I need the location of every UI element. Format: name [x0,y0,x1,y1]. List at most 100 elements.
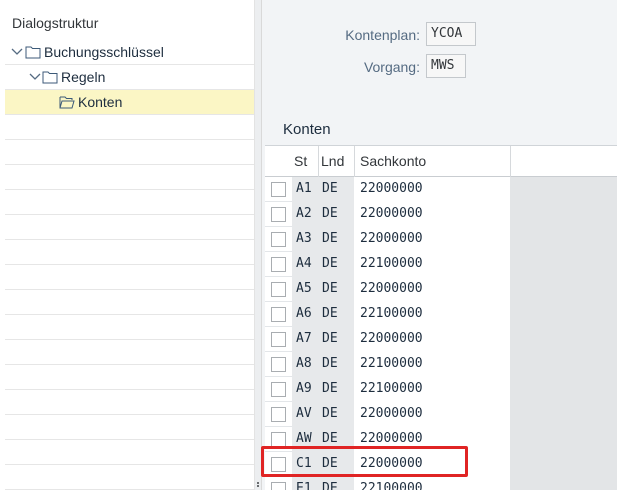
checkbox-icon[interactable] [271,357,286,372]
row-select-checkbox[interactable] [268,427,290,452]
cell-sachkonto[interactable]: 22000000 [354,452,510,477]
cell-sachkonto[interactable]: 22000000 [354,177,510,202]
table-row[interactable]: AV DE 22000000 [265,402,617,427]
table-row[interactable]: AW DE 22000000 [265,427,617,452]
folder-icon [42,71,58,84]
cell-st-text: A9 [296,381,312,396]
checkbox-icon[interactable] [271,457,286,472]
cell-st: A1 [292,177,318,202]
cell-lnd-text: DE [322,381,338,396]
cell-st-text: A3 [296,231,312,246]
checkbox-icon[interactable] [271,257,286,272]
cell-lnd: DE [318,452,354,477]
cell-st: A6 [292,302,318,327]
table-row[interactable]: A4 DE 22100000 [265,252,617,277]
cell-lnd: DE [318,202,354,227]
tree-item-buchungsschluessel[interactable]: Buchungsschlüssel [5,40,254,65]
row-select-checkbox[interactable] [268,227,290,252]
row-select-checkbox[interactable] [268,202,290,227]
cell-empty [510,302,617,327]
table-row[interactable]: A8 DE 22100000 [265,352,617,377]
cell-st: A2 [292,202,318,227]
column-header-sachkonto[interactable]: Sachkonto [360,153,426,169]
cell-sachkonto[interactable]: 22000000 [354,202,510,227]
row-select-checkbox[interactable] [268,352,290,377]
tree-empty-row [5,165,254,190]
open-folder-icon [59,96,75,109]
row-select-checkbox[interactable] [268,402,290,427]
row-select-checkbox[interactable] [268,477,290,490]
checkbox-icon[interactable] [271,232,286,247]
row-select-checkbox[interactable] [268,177,290,202]
splitter-grip-icon[interactable] [257,482,259,490]
row-select-checkbox[interactable] [268,327,290,352]
cell-empty [510,402,617,427]
cell-sachkonto[interactable]: 22000000 [354,277,510,302]
row-select-checkbox[interactable] [268,252,290,277]
cell-sachkonto[interactable]: 22100000 [354,477,510,490]
tree-item-regeln[interactable]: Regeln [5,65,254,90]
checkbox-icon[interactable] [271,382,286,397]
folder-icon [25,46,41,59]
table-row[interactable]: A9 DE 22100000 [265,377,617,402]
checkbox-icon[interactable] [271,282,286,297]
checkbox-icon[interactable] [271,432,286,447]
cell-sachkonto[interactable]: 22100000 [354,352,510,377]
vorgang-label: Vorgang: [363,59,420,75]
checkbox-icon[interactable] [271,207,286,222]
table-row[interactable]: A3 DE 22000000 [265,227,617,252]
tree-item-label: Regeln [61,69,106,85]
cell-sachkonto[interactable]: 22000000 [354,402,510,427]
cell-lnd: DE [318,477,354,490]
row-select-checkbox[interactable] [268,302,290,327]
cell-empty [510,227,617,252]
table-row[interactable]: E1 DE 22100000 [265,477,617,490]
cell-sachkonto[interactable]: 22000000 [354,427,510,452]
kontenplan-field[interactable]: YCOA [426,22,476,46]
dialog-structure-title: Dialogstruktur [12,15,99,31]
checkbox-icon[interactable] [271,332,286,347]
column-header-lnd[interactable]: Lnd [321,153,344,169]
vorgang-field[interactable]: MWS [426,54,466,78]
cell-sachkonto-text: 22000000 [360,181,423,196]
column-header-st[interactable]: St [294,153,307,169]
checkbox-icon[interactable] [271,307,286,322]
tree-item-konten[interactable]: Konten [5,90,254,115]
tree-item-label: Konten [78,94,123,110]
table-row[interactable]: A7 DE 22000000 [265,327,617,352]
cell-sachkonto[interactable]: 22100000 [354,377,510,402]
cell-sachkonto[interactable]: 22100000 [354,302,510,327]
cell-st: AW [292,427,318,452]
table-row[interactable]: A2 DE 22000000 [265,202,617,227]
cell-st: A8 [292,352,318,377]
cell-st-text: A4 [296,256,312,271]
checkbox-icon[interactable] [271,182,286,197]
tree-empty-row [5,440,254,465]
cell-sachkonto[interactable]: 22100000 [354,252,510,277]
row-select-checkbox[interactable] [268,277,290,302]
cell-sachkonto-text: 22000000 [360,406,423,421]
cell-empty [510,177,617,202]
row-select-checkbox[interactable] [268,452,290,477]
table-row[interactable]: A5 DE 22000000 [265,277,617,302]
row-select-checkbox[interactable] [268,377,290,402]
table-row[interactable]: A1 DE 22000000 [265,177,617,202]
table-title: Konten [283,121,331,138]
checkbox-icon[interactable] [271,407,286,422]
cell-st-text: A5 [296,281,312,296]
table-row[interactable]: C1 DE 22000000 [265,452,617,477]
tree-empty-row [5,190,254,215]
cell-lnd: DE [318,227,354,252]
cell-sachkonto[interactable]: 22000000 [354,227,510,252]
cell-empty [510,327,617,352]
cell-sachkonto-text: 22100000 [360,381,423,396]
cell-sachkonto[interactable]: 22000000 [354,327,510,352]
table-row[interactable]: A6 DE 22100000 [265,302,617,327]
chevron-down-icon[interactable] [29,70,41,82]
checkbox-icon[interactable] [271,482,286,490]
cell-sachkonto-text: 22000000 [360,231,423,246]
cell-sachkonto-text: 22000000 [360,331,423,346]
cell-empty [510,277,617,302]
konten-table: St Lnd Sachkonto A1 DE 22000000 A2 DE 2200000… [265,145,617,490]
chevron-down-icon[interactable] [11,45,23,57]
